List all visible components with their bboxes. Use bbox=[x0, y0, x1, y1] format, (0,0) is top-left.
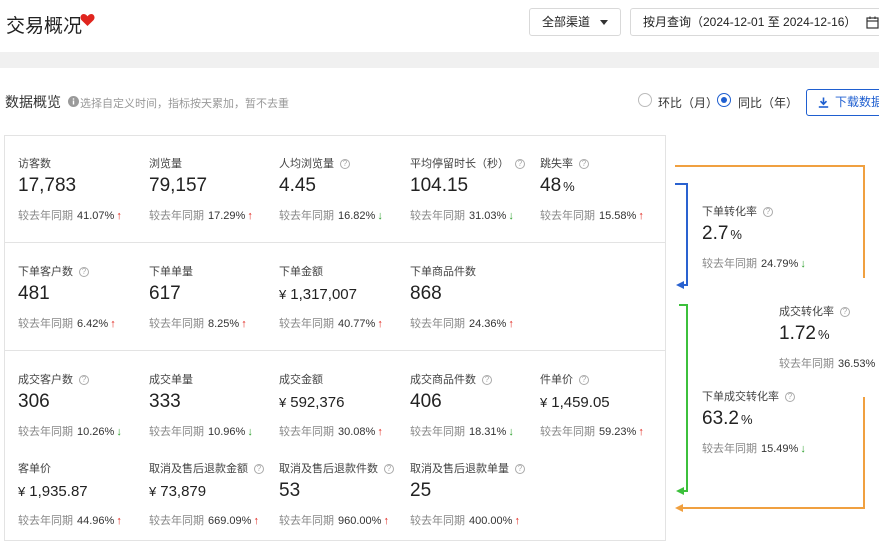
flow-arrowhead-orange bbox=[675, 504, 683, 512]
metric-comparison: 较去年同期 15.49% ↓ bbox=[702, 440, 827, 456]
flow-arrowhead-green bbox=[676, 487, 684, 495]
metric-label-text: 成交转化率 bbox=[779, 306, 834, 318]
arrow-down-icon: ↓ bbox=[800, 443, 806, 455]
comparison-label: 较去年同期 bbox=[779, 358, 834, 370]
metric-label: 下单转化率? bbox=[702, 203, 827, 218]
comparison-percent: 24.79% bbox=[761, 258, 799, 270]
arrow-down-icon: ↓ bbox=[800, 258, 806, 270]
metric-unit: % bbox=[740, 412, 753, 427]
comparison-percent: 36.53% bbox=[838, 358, 876, 370]
metric-card: 成交转化率? 1.72% 较去年同期 36.53% bbox=[779, 303, 879, 371]
metric-card: 下单成交转化率? 63.2% 较去年同期 15.49% ↓ bbox=[702, 388, 827, 456]
metric-label-text: 下单转化率 bbox=[702, 206, 757, 218]
comparison-percent: 15.49% bbox=[761, 443, 799, 455]
help-icon[interactable]: ? bbox=[785, 392, 795, 402]
comparison-label: 较去年同期 bbox=[702, 443, 757, 455]
metric-label: 成交转化率? bbox=[779, 303, 879, 318]
help-icon[interactable]: ? bbox=[763, 207, 773, 217]
metric-label: 下单成交转化率? bbox=[702, 388, 827, 403]
metric-card: 下单转化率? 2.7% 较去年同期 24.79% ↓ bbox=[702, 203, 827, 271]
metric-comparison: 较去年同期 24.79% ↓ bbox=[702, 255, 827, 271]
flow-line-green bbox=[679, 304, 688, 492]
metric-value-text: 63.2 bbox=[702, 408, 739, 429]
metric-value-text: 2.7 bbox=[702, 223, 729, 244]
metric-value: 1.72% bbox=[779, 323, 879, 347]
comparison-label: 较去年同期 bbox=[702, 258, 757, 270]
metric-value: 63.2% bbox=[702, 408, 827, 432]
metric-comparison: 较去年同期 36.53% bbox=[779, 355, 879, 371]
metric-unit: % bbox=[817, 327, 830, 342]
help-icon[interactable]: ? bbox=[840, 307, 850, 317]
flow-arrowhead-blue bbox=[676, 281, 684, 289]
flow-line-blue bbox=[675, 183, 688, 286]
metric-unit: % bbox=[730, 227, 742, 242]
metric-label-text: 下单成交转化率 bbox=[702, 391, 779, 403]
conversion-flow-arrows bbox=[675, 165, 865, 512]
metric-value-text: 1.72 bbox=[779, 323, 816, 344]
metric-value: 2.7% bbox=[702, 223, 827, 247]
